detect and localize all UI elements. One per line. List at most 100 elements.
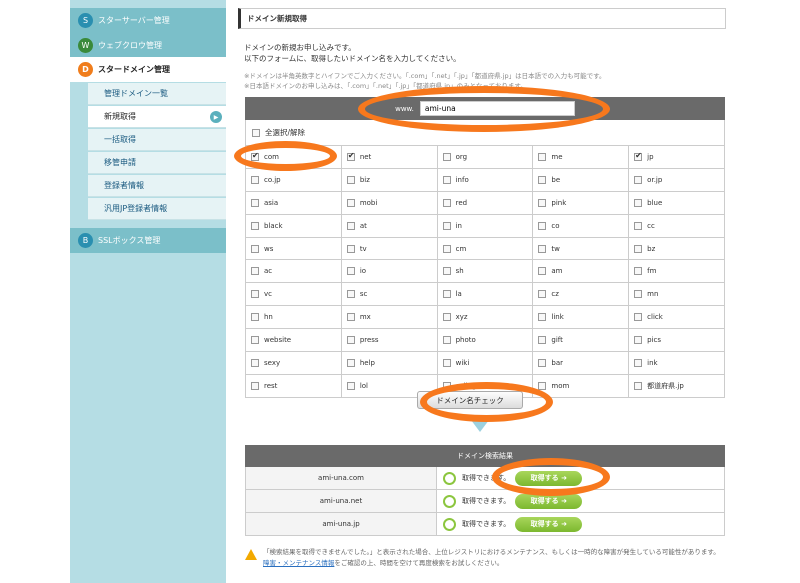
tld-checkbox[interactable] <box>538 244 547 253</box>
tld-cell[interactable]: sh <box>436 259 534 284</box>
sidebar-item-transfer[interactable]: 移管申請 <box>88 152 226 174</box>
sidebar-item-bulk[interactable]: 一括取得 <box>88 129 226 151</box>
tld-cell[interactable]: ws <box>245 236 342 261</box>
tld-cell[interactable]: sexy <box>245 351 342 375</box>
tld-checkbox[interactable] <box>634 267 643 276</box>
select-all-checkbox[interactable] <box>252 128 260 137</box>
tld-cell[interactable]: am <box>532 259 630 284</box>
tld-checkbox[interactable] <box>251 336 259 345</box>
tld-checkbox[interactable] <box>346 244 355 253</box>
tld-checkbox[interactable] <box>538 381 547 390</box>
tld-checkbox[interactable] <box>346 198 355 207</box>
nav-ssl-box[interactable]: B SSLボックス管理 <box>70 228 226 253</box>
tld-checkbox[interactable] <box>634 151 643 161</box>
tld-checkbox[interactable] <box>634 336 643 345</box>
tld-checkbox[interactable] <box>538 198 547 207</box>
tld-cell[interactable]: bz <box>628 236 725 261</box>
tld-checkbox[interactable] <box>442 175 451 184</box>
nav-star-domain[interactable]: D スタードメイン管理 <box>70 57 226 82</box>
sidebar-item-new[interactable]: 新規取得 ▶ <box>88 106 226 128</box>
tld-checkbox[interactable] <box>346 151 355 161</box>
tld-cell[interactable]: xyz <box>436 305 534 330</box>
tld-checkbox[interactable] <box>251 381 259 390</box>
tld-cell[interactable]: io <box>340 259 438 284</box>
tld-cell[interactable]: ac <box>245 259 342 284</box>
tld-checkbox[interactable] <box>346 290 355 299</box>
tld-cell[interactable]: press <box>340 328 438 353</box>
tld-checkbox[interactable] <box>251 267 259 276</box>
tld-checkbox[interactable] <box>538 336 547 345</box>
tld-cell[interactable]: pink <box>532 190 630 215</box>
tld-cell[interactable]: bar <box>532 351 630 375</box>
tld-cell[interactable]: cc <box>628 213 725 238</box>
tld-cell[interactable]: 都道府県.jp <box>628 373 725 398</box>
tld-cell[interactable]: me <box>532 145 630 169</box>
acquire-button[interactable]: 取得する ➜ <box>515 516 583 532</box>
tld-checkbox[interactable] <box>538 313 547 322</box>
tld-cell[interactable]: blue <box>628 190 725 215</box>
tld-cell[interactable]: net <box>340 145 438 169</box>
tld-cell[interactable]: hn <box>245 305 342 330</box>
tld-cell[interactable]: ink <box>628 351 725 375</box>
tld-cell[interactable]: pics <box>628 328 725 353</box>
tld-checkbox[interactable] <box>634 244 643 253</box>
tld-checkbox[interactable] <box>442 267 451 276</box>
tld-cell[interactable]: vc <box>245 282 342 307</box>
tld-checkbox[interactable] <box>634 175 643 184</box>
tld-cell[interactable]: info <box>436 167 534 192</box>
tld-checkbox[interactable] <box>251 313 259 322</box>
tld-checkbox[interactable] <box>538 221 547 230</box>
tld-cell[interactable]: tv <box>340 236 438 261</box>
tld-cell[interactable]: cm <box>436 236 534 261</box>
tld-checkbox[interactable] <box>538 152 547 161</box>
tld-checkbox[interactable] <box>442 313 451 322</box>
tld-cell[interactable]: co <box>532 213 630 238</box>
tld-cell[interactable]: la <box>436 282 534 307</box>
tld-cell[interactable]: website <box>245 328 342 353</box>
tld-cell[interactable]: rest <box>245 373 342 398</box>
tld-checkbox[interactable] <box>251 290 259 299</box>
tld-cell[interactable]: mn <box>628 282 725 307</box>
tld-checkbox[interactable] <box>442 244 451 253</box>
tld-cell[interactable]: or.jp <box>628 167 725 192</box>
tld-checkbox[interactable] <box>538 267 547 276</box>
tld-cell[interactable]: asia <box>245 190 342 215</box>
tld-cell[interactable]: sc <box>340 282 438 307</box>
tld-checkbox[interactable] <box>634 290 643 299</box>
tld-cell[interactable]: click <box>628 305 725 330</box>
tld-checkbox[interactable] <box>346 221 355 230</box>
tld-checkbox[interactable] <box>346 313 355 322</box>
tld-checkbox[interactable] <box>634 381 643 390</box>
tld-checkbox[interactable] <box>634 313 643 322</box>
tld-checkbox[interactable] <box>538 358 547 367</box>
tld-checkbox[interactable] <box>538 290 547 299</box>
maintenance-info-link[interactable]: 障害・メンテナンス情報 <box>263 559 334 567</box>
tld-cell[interactable]: org <box>436 145 534 169</box>
nav-webcrow[interactable]: W ウェブクロウ管理 <box>70 33 226 58</box>
sidebar-item-jp-registrant[interactable]: 汎用JP登録者情報 <box>88 198 226 220</box>
tld-checkbox[interactable] <box>442 152 451 161</box>
tld-checkbox[interactable] <box>442 198 451 207</box>
tld-checkbox[interactable] <box>251 175 259 184</box>
nav-star-server[interactable]: S スターサーバー管理 <box>70 8 226 33</box>
tld-checkbox[interactable] <box>442 221 451 230</box>
tld-checkbox[interactable] <box>538 175 547 184</box>
tld-cell[interactable]: at <box>340 213 438 238</box>
tld-cell[interactable]: photo <box>436 328 534 353</box>
tld-cell[interactable]: be <box>532 167 630 192</box>
tld-checkbox[interactable] <box>346 358 355 367</box>
tld-cell[interactable]: mobi <box>340 190 438 215</box>
tld-cell[interactable]: red <box>436 190 534 215</box>
tld-checkbox[interactable] <box>346 381 355 390</box>
tld-checkbox[interactable] <box>251 358 259 367</box>
tld-checkbox[interactable] <box>634 221 643 230</box>
tld-checkbox[interactable] <box>634 358 643 367</box>
tld-cell[interactable]: biz <box>340 167 438 192</box>
tld-cell[interactable]: tw <box>532 236 630 261</box>
tld-cell[interactable]: fm <box>628 259 725 284</box>
tld-cell[interactable]: jp <box>628 145 725 169</box>
sidebar-item-domain-list[interactable]: 管理ドメイン一覧 <box>88 83 226 105</box>
tld-checkbox[interactable] <box>346 267 355 276</box>
tld-checkbox[interactable] <box>251 198 259 207</box>
tld-cell[interactable]: mx <box>340 305 438 330</box>
